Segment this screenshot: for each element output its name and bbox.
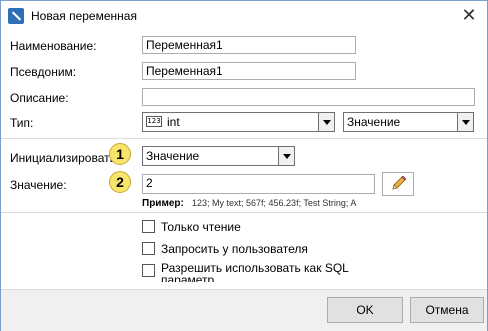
alias-field[interactable]: Переменная1 [142, 62, 356, 80]
ask-user-checkbox[interactable] [142, 242, 155, 255]
chevron-down-icon[interactable] [457, 113, 473, 131]
ok-button[interactable]: OK [327, 297, 403, 323]
chevron-down-icon[interactable] [318, 113, 334, 131]
alias-label: Псевдоним: [10, 65, 77, 79]
window-title: Новая переменная [31, 9, 137, 23]
name-label: Наименование: [10, 39, 97, 53]
app-icon [8, 8, 24, 24]
dialog-footer: OK Отмена [1, 289, 487, 331]
ask-user-label: Запросить у пользователя [161, 242, 308, 256]
edit-value-button[interactable] [382, 172, 414, 196]
description-label: Описание: [10, 91, 69, 105]
annotation-badge-1: 1 [109, 143, 131, 165]
init-select[interactable]: Значение [142, 146, 295, 166]
example-label: Пример: [142, 198, 184, 209]
readonly-checkbox[interactable] [142, 220, 155, 233]
close-button[interactable]: ✕ [455, 3, 483, 27]
type-mode-select[interactable]: Значение [343, 112, 474, 132]
separator [1, 212, 487, 213]
type-select-value: int [167, 115, 180, 129]
description-field[interactable] [142, 88, 475, 106]
init-select-value: Значение [146, 149, 200, 163]
number-type-icon: 123 [146, 116, 162, 127]
name-field[interactable]: Переменная1 [142, 36, 356, 54]
type-select[interactable]: 123 int [142, 112, 335, 132]
annotation-badge-2: 2 [109, 171, 131, 193]
readonly-label: Только чтение [161, 220, 241, 234]
value-field[interactable]: 2 [142, 174, 375, 194]
title-bar: Новая переменная ✕ [1, 1, 487, 31]
pencil-icon [392, 175, 407, 190]
sql-param-checkbox[interactable] [142, 264, 155, 277]
type-label: Тип: [10, 116, 34, 130]
value-label: Значение: [10, 178, 67, 192]
sql-param-label: Разрешить использовать как SQL параметр [161, 262, 349, 282]
separator [1, 138, 487, 139]
type-mode-value: Значение [347, 115, 401, 129]
dialog-window: Новая переменная ✕ Наименование: Перемен… [0, 0, 488, 331]
chevron-down-icon[interactable] [278, 147, 294, 165]
example-text: 123; My text; 567f; 456.23f; Test String… [192, 198, 357, 208]
separator [1, 289, 487, 290]
cancel-button[interactable]: Отмена [410, 297, 484, 323]
